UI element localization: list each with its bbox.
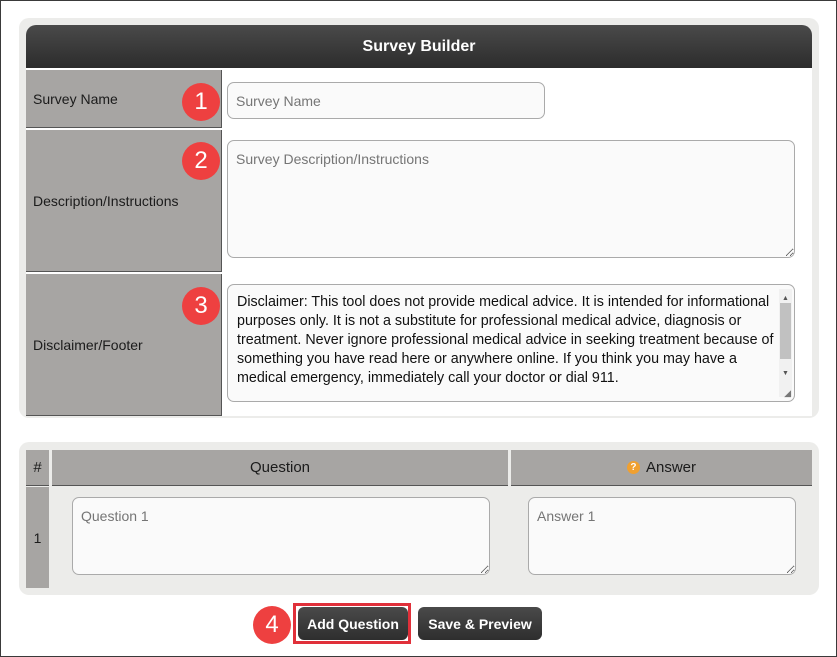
- survey-name-row: Survey Name: [26, 68, 812, 128]
- add-question-button[interactable]: Add Question: [298, 607, 408, 640]
- answer-1-textarea[interactable]: [528, 497, 796, 575]
- number-column-header: #: [26, 450, 49, 486]
- scroll-down-icon[interactable]: ▼: [779, 364, 792, 383]
- step-badge-3: 3: [182, 287, 220, 325]
- question-row-number: 1: [26, 487, 49, 588]
- survey-name-input[interactable]: [227, 82, 545, 119]
- disclaimer-textarea[interactable]: Disclaimer: This tool does not provide m…: [227, 284, 795, 402]
- description-textarea[interactable]: [227, 140, 795, 258]
- disclaimer-scrollbar[interactable]: ▲ ▼: [779, 289, 792, 397]
- resize-grip-icon[interactable]: ◢: [784, 389, 791, 398]
- step-badge-4: 4: [253, 606, 291, 644]
- save-preview-button[interactable]: Save & Preview: [418, 607, 542, 640]
- disclaimer-text: Disclaimer: This tool does not provide m…: [237, 294, 774, 386]
- disclaimer-row: Disclaimer/Footer Disclaimer: This tool …: [26, 272, 812, 416]
- answer-header-label: Answer: [645, 459, 697, 476]
- step-badge-1: 1: [182, 83, 220, 121]
- scrollbar-thumb[interactable]: [780, 303, 791, 359]
- answer-column-header: ? Answer: [511, 450, 812, 486]
- panel-title: Survey Builder: [26, 25, 812, 68]
- step-badge-2: 2: [182, 142, 220, 180]
- question-column-header: Question: [52, 450, 508, 486]
- question-1-textarea[interactable]: [72, 497, 490, 575]
- description-row: Description/Instructions: [26, 128, 812, 272]
- help-icon[interactable]: ?: [626, 461, 640, 474]
